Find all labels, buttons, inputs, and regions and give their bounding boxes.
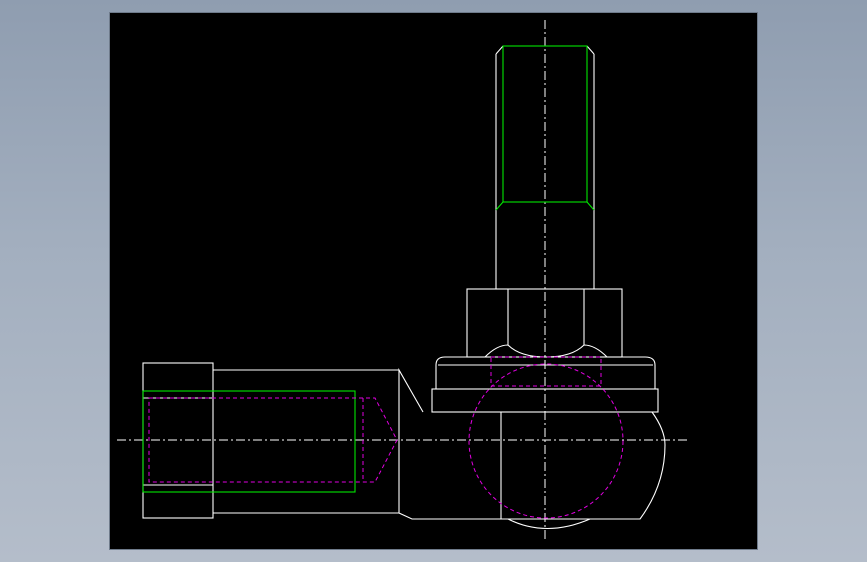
- housing-profile: [398, 367, 666, 520]
- ball-bottom-arc: [507, 518, 591, 530]
- ball-hidden-outline: [468, 363, 624, 519]
- thread-layer: [142, 45, 595, 493]
- hex-nut-bottom-arcs: [484, 344, 608, 358]
- rod-end-drawing: [117, 20, 690, 540]
- hidden-layer: [148, 356, 624, 519]
- centerline-layer: [117, 20, 690, 540]
- stud-bore-hidden: [490, 356, 602, 387]
- shank-thread-region: [142, 390, 356, 493]
- cad-viewport[interactable]: [110, 13, 757, 549]
